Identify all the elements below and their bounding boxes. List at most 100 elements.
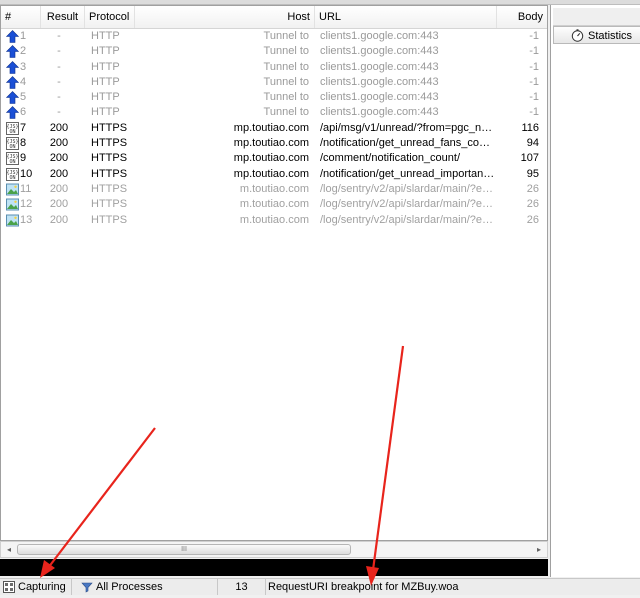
session-protocol: HTTPS xyxy=(91,137,128,150)
svg-text:ON: ON xyxy=(9,159,15,165)
session-protocol: HTTP xyxy=(91,60,120,73)
up-arrow-icon xyxy=(6,75,19,89)
session-row[interactable]: 12 200 HTTPS m.toutiao.com/log/sentry/v2/ap… xyxy=(1,197,547,212)
status-bar: Capturing All Processes 13 RequestURI br… xyxy=(0,578,640,595)
json-icon: {JS} ON xyxy=(6,121,19,135)
session-protocol: HTTP xyxy=(91,91,120,104)
column-header-body[interactable]: Body xyxy=(497,6,547,28)
session-number: 1 xyxy=(20,30,27,42)
session-host: mp.toutiao.com xyxy=(233,137,309,150)
session-row[interactable]: 11 200 HTTPS m.toutiao.com/log/sentry/v2/ap… xyxy=(1,182,547,197)
session-body-size: -1 xyxy=(529,91,539,104)
session-row[interactable]: 3 - HTTP Tunnel to clients1.google.com:443 -1 xyxy=(1,60,547,75)
session-row[interactable]: {JS} ON 9 200 HTTPS mp.toutiao.com/comment/no… xyxy=(1,151,547,166)
session-number: 2 xyxy=(20,45,27,58)
session-list: 1- HTTP Tunnel to clients1.google.com:443 -1… xyxy=(1,29,547,228)
session-url: clients1.google.com:443 xyxy=(320,60,439,73)
session-row[interactable]: 13 200 HTTPS m.toutiao.com/log/sentry/v2/ap… xyxy=(1,213,547,228)
session-url: /comment/notification_count/ xyxy=(320,152,461,165)
session-result: 200 xyxy=(49,152,69,165)
session-result: - xyxy=(57,91,61,104)
session-number: 8 xyxy=(20,137,27,150)
right-panel xyxy=(550,5,640,577)
svg-text:ON: ON xyxy=(9,175,15,181)
process-filter[interactable]: All Processes xyxy=(78,579,218,595)
column-header-result[interactable]: Result xyxy=(41,6,85,28)
session-result: 200 xyxy=(49,213,69,226)
image-icon xyxy=(6,198,19,211)
session-url: clients1.google.com:443 xyxy=(320,91,439,104)
image-icon xyxy=(6,183,19,196)
column-header-url[interactable]: URL xyxy=(315,6,497,28)
up-arrow-icon xyxy=(6,91,19,104)
column-header-host[interactable]: Host xyxy=(135,6,315,28)
session-row[interactable]: 1 - HTTP Tunnel to clients1.google.com:443 -1 xyxy=(1,29,547,44)
session-host: mp.toutiao.com xyxy=(233,167,309,180)
session-host: m.toutiao.com xyxy=(239,213,309,226)
process-filter-label: All Processes xyxy=(96,581,163,593)
svg-text:ON: ON xyxy=(9,144,15,150)
session-number: 3 xyxy=(20,60,27,73)
up-arrow-icon xyxy=(6,45,19,59)
capturing-toggle[interactable]: Capturing xyxy=(0,579,72,595)
session-number: 13 xyxy=(20,213,33,226)
session-protocol: HTTP xyxy=(91,45,120,58)
session-count: 13 xyxy=(218,579,266,595)
session-host: m.toutiao.com xyxy=(239,182,309,195)
scroll-left-button[interactable]: ◂ xyxy=(1,542,17,557)
session-number: 7 xyxy=(20,121,27,134)
session-row[interactable]: 6 - HTTP Tunnel to clients1.google.com:443 -1 xyxy=(1,105,547,120)
session-protocol: HTTPS xyxy=(91,182,128,195)
session-number: 12 xyxy=(20,198,33,211)
filter-icon xyxy=(81,581,93,593)
scroll-right-button[interactable]: ▸ xyxy=(531,542,547,557)
quickexec-input[interactable] xyxy=(0,559,548,576)
image-icon xyxy=(6,214,19,227)
session-result: 200 xyxy=(49,182,69,195)
session-host: Tunnel to xyxy=(263,91,309,104)
session-url: /log/sentry/v2/api/slardar/main/?ev_t... xyxy=(320,213,496,226)
session-row[interactable]: {JS} ON 10 200 HTTPS mp.toutiao.com/notificat… xyxy=(1,167,547,182)
session-row[interactable]: 5 - HTTP Tunnel to clients1.google.com:443 -1 xyxy=(1,90,547,105)
tab-statistics-label: Statistics xyxy=(588,30,633,42)
session-number: 9 xyxy=(20,152,27,165)
session-url: /notification/get_unread_important_n... xyxy=(320,167,496,180)
session-url: clients1.google.com:443 xyxy=(320,106,439,119)
session-result: - xyxy=(57,30,61,42)
session-number: 5 xyxy=(20,91,27,104)
column-header-protocol[interactable]: Protocol xyxy=(85,6,135,28)
session-host: mp.toutiao.com xyxy=(233,152,309,165)
tab-statistics[interactable]: Statistics xyxy=(553,26,640,44)
scrollbar-thumb[interactable]: III xyxy=(17,544,351,555)
session-row[interactable]: 2 - HTTP Tunnel to clients1.google.com:443 -1 xyxy=(1,44,547,59)
up-arrow-icon xyxy=(6,106,19,120)
session-result: 200 xyxy=(49,121,69,134)
session-body-size: -1 xyxy=(529,60,539,73)
session-row[interactable]: {JS} ON 7 200 HTTPS mp.toutiao.com/api/msg/v1… xyxy=(1,121,547,136)
json-icon: {JS} ON xyxy=(6,152,19,166)
right-panel-tabstrip xyxy=(553,8,640,26)
session-result: - xyxy=(57,75,61,88)
session-url: clients1.google.com:443 xyxy=(320,45,439,58)
session-body-size: -1 xyxy=(529,45,539,58)
capturing-label: Capturing xyxy=(18,581,66,593)
session-protocol: HTTPS xyxy=(91,198,128,211)
session-body-size: -1 xyxy=(529,30,539,42)
session-body-size: 26 xyxy=(526,198,539,211)
horizontal-scrollbar[interactable]: ◂ III ▸ xyxy=(0,541,548,558)
session-number: 10 xyxy=(20,167,33,180)
json-icon: {JS} ON xyxy=(6,167,19,181)
session-result: - xyxy=(57,45,61,58)
session-number: 11 xyxy=(20,182,32,195)
session-body-size: -1 xyxy=(529,75,539,88)
session-row[interactable]: {JS} ON 8 200 HTTPS mp.toutiao.com/notificati… xyxy=(1,136,547,151)
session-body-size: 107 xyxy=(520,152,539,165)
session-host: Tunnel to xyxy=(263,45,309,58)
column-header-number[interactable]: # xyxy=(1,6,41,28)
status-message: RequestURI breakpoint for MZBuy.woa xyxy=(268,581,459,593)
session-url: clients1.google.com:443 xyxy=(320,75,439,88)
session-protocol: HTTPS xyxy=(91,213,128,226)
session-result: 200 xyxy=(49,137,69,150)
session-number: 6 xyxy=(20,106,27,119)
session-row[interactable]: 4 - HTTP Tunnel to clients1.google.com:443 -1 xyxy=(1,75,547,90)
